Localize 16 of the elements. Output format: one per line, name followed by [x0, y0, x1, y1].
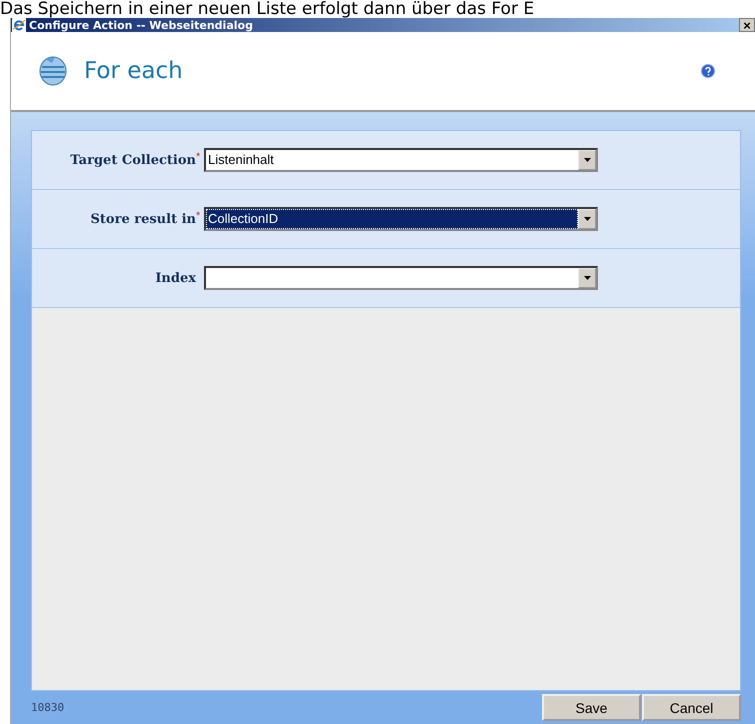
- required-mark: *: [196, 212, 202, 220]
- field-label: Store result in: [90, 212, 196, 226]
- close-button[interactable]: ×: [739, 18, 755, 32]
- field-label: Target Collection: [70, 152, 196, 168]
- background-text: Das Speichern in einer neuen Liste erfolgt dann über das For E: [0, 0, 536, 18]
- build-number: 10830: [31, 701, 64, 714]
- dropdown-field[interactable]: Listeninhalt: [204, 148, 598, 172]
- dropdown-field[interactable]: CollectionID: [204, 207, 598, 231]
- browser-icon: [12, 18, 26, 32]
- field-label: Index: [155, 270, 196, 286]
- cancel-button[interactable]: Cancel: [642, 694, 741, 721]
- save-button[interactable]: Save: [542, 694, 641, 721]
- required-mark: *: [196, 152, 202, 160]
- window-title: Configure Action -- Webseitendialog: [29, 18, 254, 32]
- dialog-title: For each: [84, 58, 184, 84]
- help-icon[interactable]: [701, 64, 715, 78]
